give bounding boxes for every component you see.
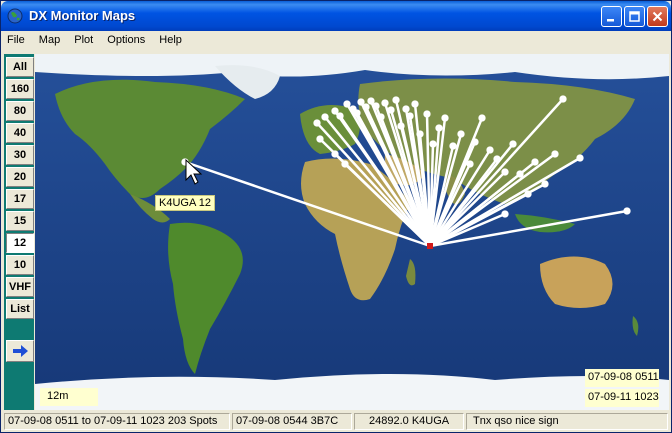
arrow-right-icon (13, 345, 28, 357)
spot-endpoint (501, 168, 509, 176)
spot-endpoint (449, 142, 457, 150)
next-button[interactable] (6, 340, 34, 362)
band-button-12[interactable]: 12 (6, 233, 34, 253)
close-icon (652, 11, 663, 22)
spot-endpoint (441, 114, 449, 122)
spot-endpoint (343, 100, 351, 108)
spot-endpoint (377, 113, 385, 121)
spot-endpoint (402, 105, 410, 113)
globe-icon (7, 8, 23, 24)
spot-endpoint (478, 114, 486, 122)
spot-endpoint (387, 106, 395, 114)
origin-station-marker (427, 243, 433, 249)
window-title: DX Monitor Maps (29, 8, 136, 23)
app-window: DX Monitor Maps File Map Plot Options He… (0, 0, 672, 433)
spot-endpoint (397, 122, 405, 130)
spot-endpoint (551, 150, 559, 158)
spot-endpoint (357, 98, 365, 106)
menu-plot[interactable]: Plot (68, 31, 98, 51)
spot-endpoint (313, 119, 321, 127)
spot-endpoint (531, 158, 539, 166)
band-button-80[interactable]: 80 (6, 101, 34, 121)
band-button-17[interactable]: 17 (6, 189, 34, 209)
minimize-icon (607, 19, 614, 22)
band-button-all[interactable]: All (6, 57, 34, 77)
spot-endpoint (429, 140, 437, 148)
spot-endpoint (392, 96, 400, 104)
spot-endpoint (509, 140, 517, 148)
map-canvas (35, 54, 669, 410)
menu-options[interactable]: Options (101, 31, 150, 51)
menu-file[interactable]: File (1, 31, 30, 51)
spot-endpoint (353, 109, 361, 117)
band-sidebar: All 160 80 40 30 20 17 15 12 10 VHF List (4, 54, 34, 410)
date-start: 07-09-08 0511 (585, 369, 659, 387)
band-button-30[interactable]: 30 (6, 145, 34, 165)
spot-endpoint (501, 210, 509, 218)
spot-endpoint (486, 146, 494, 154)
spot-endpoint (457, 130, 465, 138)
spot-endpoint (362, 103, 370, 111)
spot-tooltip: K4UGA 12 (155, 195, 215, 211)
band-label: 12m (40, 388, 98, 406)
band-button-vhf[interactable]: VHF (6, 277, 34, 297)
band-button-40[interactable]: 40 (6, 123, 34, 143)
maximize-button[interactable] (624, 6, 645, 27)
status-range: 07-09-08 0511 to 07-09-11 1023 203 Spots (4, 413, 230, 430)
menu-map[interactable]: Map (33, 31, 65, 51)
spot-endpoint (541, 180, 549, 188)
status-comment: Tnx qso nice sign (466, 413, 668, 430)
band-button-list[interactable]: List (6, 299, 34, 319)
minimize-button[interactable] (601, 6, 622, 27)
close-button[interactable] (647, 6, 668, 27)
status-last-spot: 07-09-08 0544 3B7C (232, 413, 352, 430)
menu-bar: File Map Plot Options Help (1, 31, 671, 51)
band-button-10[interactable]: 10 (6, 255, 34, 275)
status-freq-call: 24892.0 K4UGA (354, 413, 464, 430)
spot-endpoint (321, 113, 329, 121)
spot-endpoint (381, 99, 389, 107)
maximize-icon (629, 11, 640, 22)
band-button-160[interactable]: 160 (6, 79, 34, 99)
antarctic-ice (35, 374, 669, 410)
spot-endpoint (411, 100, 419, 108)
spot-endpoint (336, 112, 344, 120)
spot-endpoint (367, 97, 375, 105)
spot-endpoint (416, 130, 424, 138)
spot-endpoint (576, 154, 584, 162)
spot-endpoint (331, 150, 339, 158)
spot-endpoint (331, 107, 339, 115)
spot-endpoint (316, 135, 324, 143)
band-button-20[interactable]: 20 (6, 167, 34, 187)
date-end: 07-09-11 1023 (585, 389, 659, 407)
spot-endpoint (559, 95, 567, 103)
spot-endpoint (372, 102, 380, 110)
status-bar: 07-09-08 0511 to 07-09-11 1023 203 Spots… (1, 411, 671, 432)
band-button-15[interactable]: 15 (6, 211, 34, 231)
spot-endpoint (406, 112, 414, 120)
spot-endpoint (435, 124, 443, 132)
spot-endpoint (466, 160, 474, 168)
spot-endpoint (423, 110, 431, 118)
menu-help[interactable]: Help (153, 31, 187, 51)
title-bar[interactable]: DX Monitor Maps (1, 1, 671, 31)
world-map[interactable]: K4UGA 12 12m 07-09-08 0511 07-09-11 1023 (35, 54, 669, 410)
spot-endpoint (623, 207, 631, 215)
